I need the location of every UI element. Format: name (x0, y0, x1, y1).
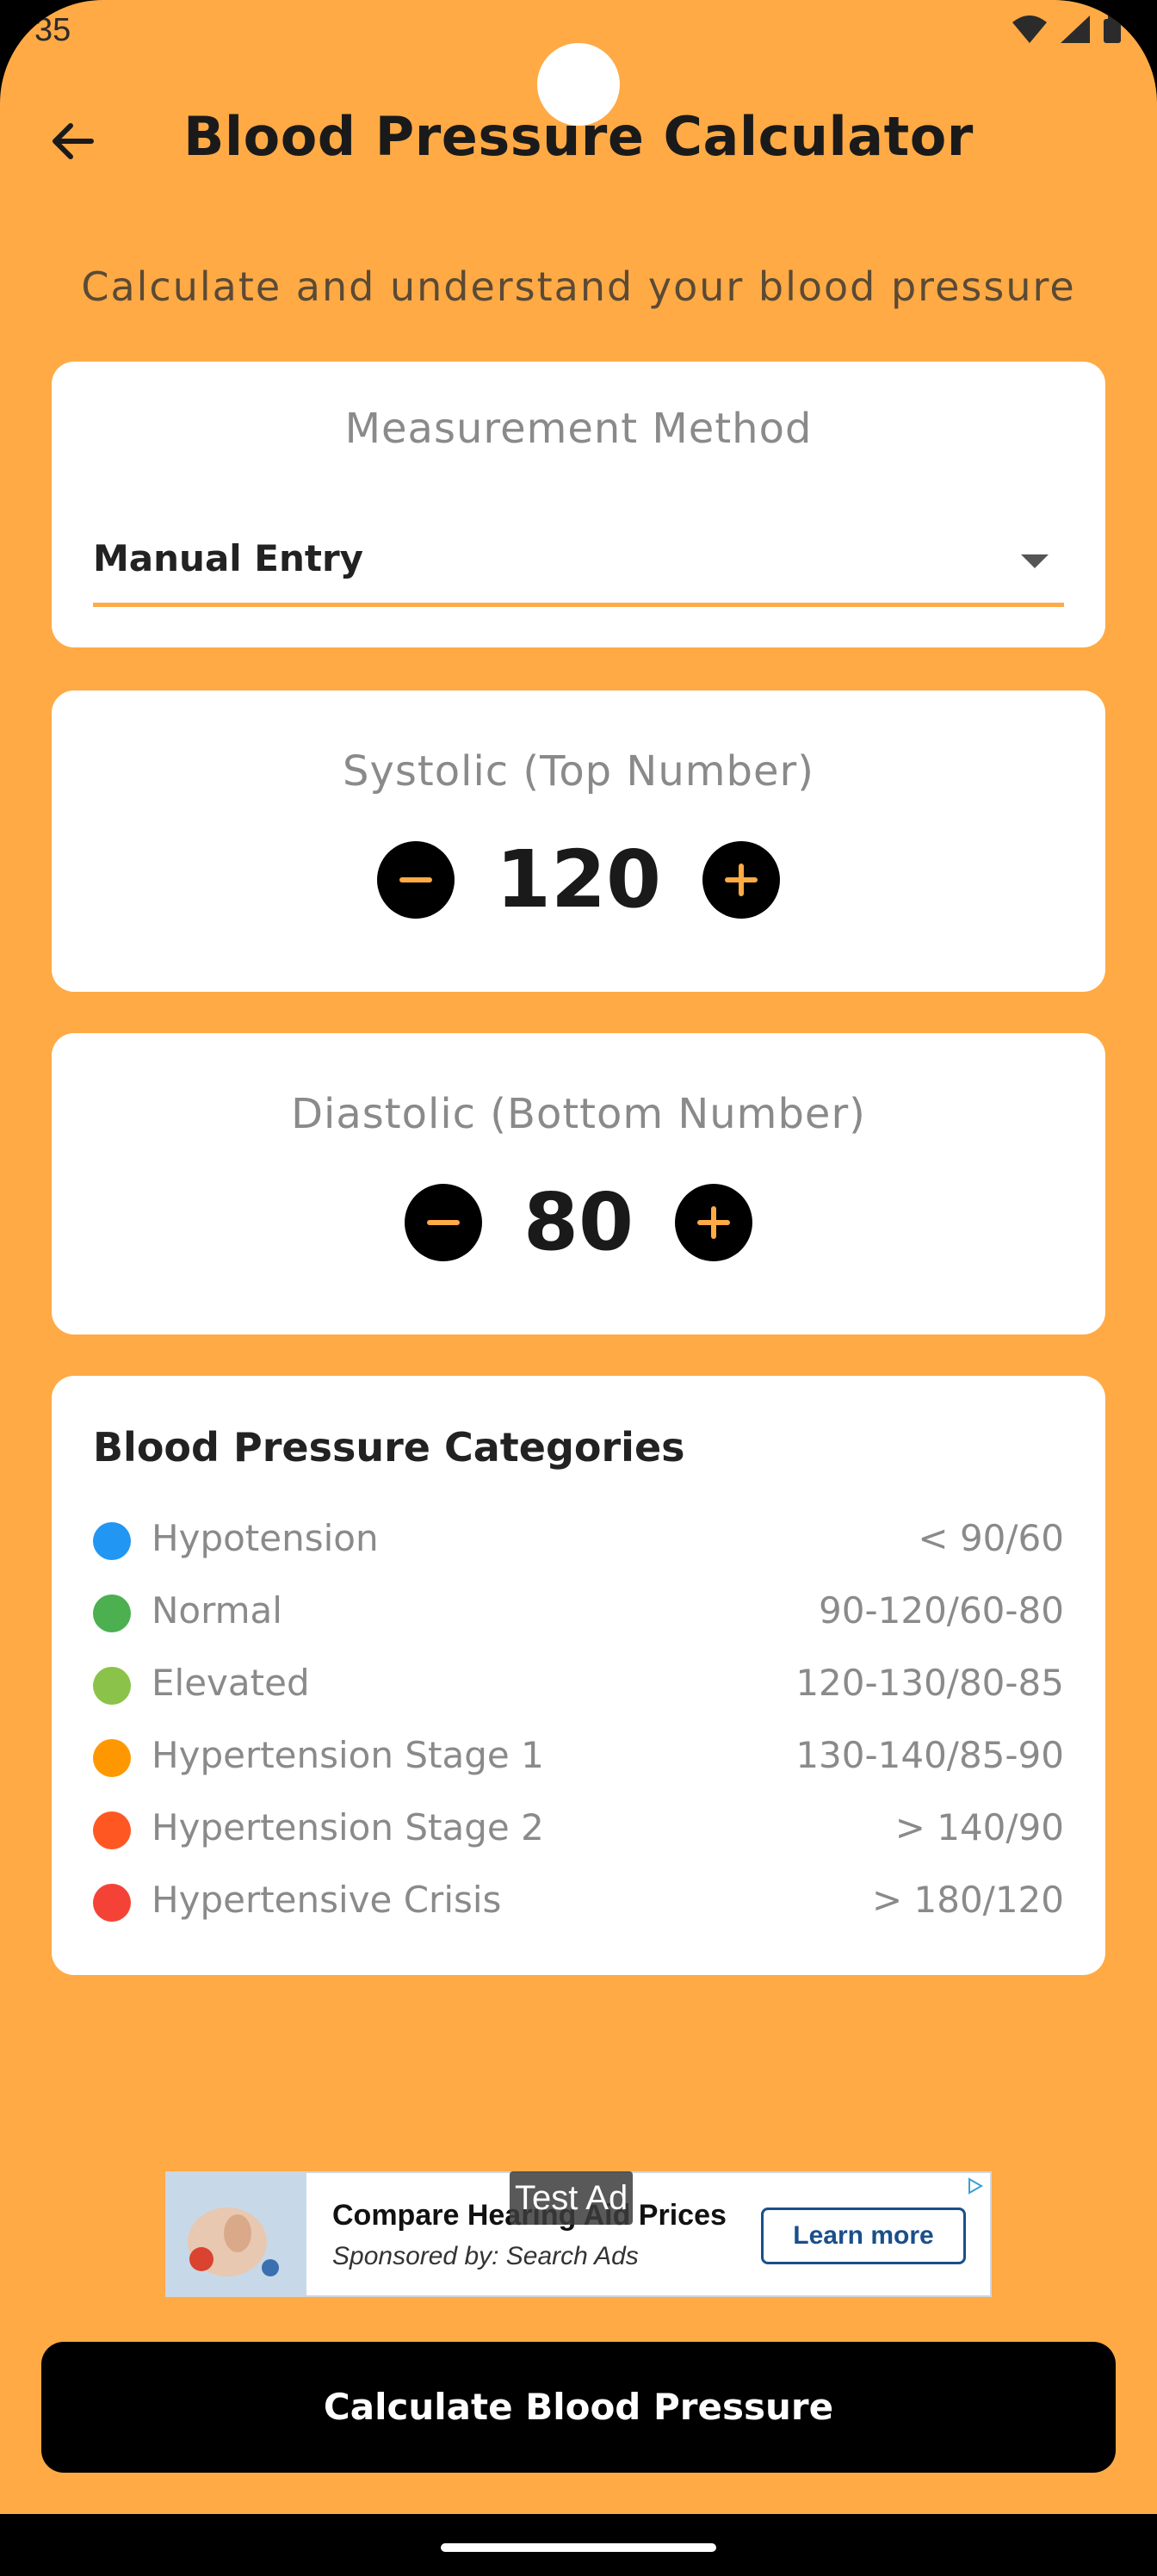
systolic-decrement-button[interactable] (376, 841, 455, 919)
diastolic-increment-button[interactable] (675, 1184, 753, 1261)
diastolic-stepper: 80 (52, 1180, 1105, 1266)
category-color-dot (93, 1811, 131, 1849)
category-row: Hypertension Stage 1 130-140/85-90 (93, 1724, 1064, 1796)
hearing-aid-image (167, 2173, 306, 2295)
test-ad-badge: Test Ad (510, 2171, 634, 2225)
category-row: Normal 90-120/60-80 (93, 1579, 1064, 1651)
home-gesture-handle[interactable] (441, 2543, 716, 2552)
category-name: Normal (152, 1589, 282, 1632)
systolic-label: Systolic (Top Number) (343, 747, 814, 796)
category-range: < 90/60 (918, 1517, 1064, 1559)
systolic-stepper: 120 (52, 837, 1105, 923)
category-color-dot (93, 1884, 131, 1922)
app-screen: 35 Blood Pressure Calculator Calculate a… (0, 0, 1157, 2576)
systolic-increment-button[interactable] (702, 841, 781, 919)
category-name: Hypertension Stage 1 (152, 1734, 544, 1776)
category-range: > 140/90 (894, 1806, 1064, 1848)
category-row: Hypotension < 90/60 (93, 1507, 1064, 1579)
category-range: 90-120/60-80 (819, 1589, 1064, 1632)
category-name: Elevated (152, 1662, 310, 1704)
system-nav-bar (0, 2514, 1157, 2576)
page-title: Blood Pressure Calculator (183, 105, 974, 168)
categories-card: Blood Pressure Categories Hypotension < … (52, 1376, 1105, 1975)
category-color-dot (93, 1667, 131, 1705)
category-range: 120-130/80-85 (795, 1662, 1064, 1704)
category-name: Hypertensive Crisis (152, 1879, 502, 1921)
signal-icon (1061, 15, 1090, 43)
category-name: Hypertension Stage 2 (152, 1806, 544, 1848)
dropdown-selected-value: Manual Entry (93, 537, 364, 579)
category-color-dot (93, 1595, 131, 1632)
dropdown-arrow-icon (1021, 554, 1049, 568)
category-color-dot (93, 1739, 131, 1777)
diastolic-value: 80 (523, 1176, 634, 1268)
measurement-method-card: Measurement Method Manual Entry (52, 362, 1105, 647)
battery-icon (1104, 15, 1121, 43)
diastolic-decrement-button[interactable] (404, 1184, 482, 1261)
ad-learn-more-button[interactable]: Learn more (761, 2208, 966, 2264)
calculate-button[interactable]: Calculate Blood Pressure (41, 2342, 1116, 2473)
systolic-value: 120 (495, 833, 662, 926)
category-row: Elevated 120-130/80-85 (93, 1651, 1064, 1724)
category-range: 130-140/85-90 (795, 1734, 1064, 1776)
categories-title: Blood Pressure Categories (93, 1424, 685, 1471)
category-row: Hypertensive Crisis > 180/120 (93, 1868, 1064, 1941)
measurement-method-label: Measurement Method (344, 405, 813, 453)
category-range: > 180/120 (871, 1879, 1064, 1921)
systolic-card: Systolic (Top Number) 120 (52, 690, 1105, 992)
measurement-method-dropdown[interactable]: Manual Entry (93, 517, 1064, 607)
category-row: Hypertension Stage 2 > 140/90 (93, 1796, 1064, 1868)
category-color-dot (93, 1522, 131, 1560)
category-name: Hypotension (152, 1517, 379, 1559)
diastolic-card: Diastolic (Bottom Number) 80 (52, 1033, 1105, 1334)
wifi-icon (1012, 15, 1047, 43)
page-subtitle: Calculate and understand your blood pres… (81, 263, 1076, 310)
categories-list: Hypotension < 90/60 Normal 90-120/60-80 … (93, 1507, 1064, 1941)
minus-icon (426, 1220, 460, 1225)
app-bar: Blood Pressure Calculator (0, 95, 1157, 181)
adchoices-icon[interactable] (966, 2177, 985, 2195)
status-time: 35 (34, 12, 71, 48)
status-icons (1011, 14, 1123, 45)
ad-image (167, 2173, 306, 2295)
ad-sponsor: Sponsored by: Search Ads (332, 2242, 639, 2270)
diastolic-label: Diastolic (Bottom Number) (291, 1090, 866, 1138)
minus-icon (399, 877, 432, 882)
